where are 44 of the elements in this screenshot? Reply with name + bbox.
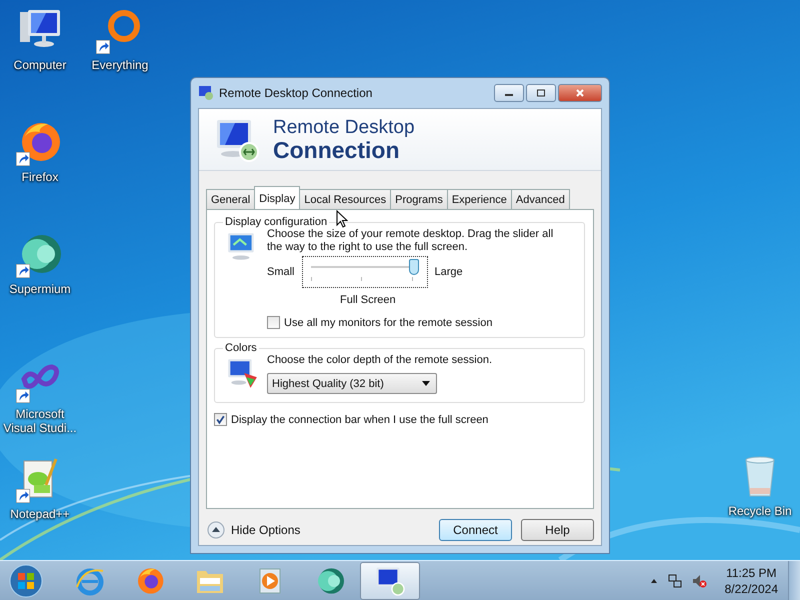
description-text: Choose the color depth of the remote session. [267,354,494,367]
tab[interactable]: Experience [446,189,512,209]
palette-monitor-icon [225,356,259,390]
checkbox-label: Display the connection bar when I use the full screen [231,414,488,426]
checkbox[interactable] [214,413,227,426]
tab[interactable]: Local Resources [299,189,392,209]
header-title: Connection [273,138,400,162]
taskbar-button[interactable] [360,562,420,600]
desktop-icon-label[interactable]: Everything [82,58,158,72]
desktop-icon-label[interactable]: Firefox [2,170,78,184]
group-label: Display configuration [224,216,328,228]
dialog-button[interactable]: Connect [439,519,512,541]
minimize-button[interactable] [494,84,524,102]
desktop-icon-label[interactable]: Computer [2,58,78,72]
color-depth-dropdown[interactable]: Highest Quality (32 bit) [267,373,437,394]
maximize-button[interactable] [526,84,556,102]
computer-icon [198,85,214,101]
size-slider[interactable] [302,256,428,288]
monitor-icon [374,564,406,596]
close-button[interactable] [558,84,602,102]
speaker-muted-icon[interactable] [690,572,707,588]
group-label: Colors [224,342,258,354]
checkbox[interactable] [267,316,280,329]
tab[interactable]: Display [254,186,300,209]
header-title: Remote Desktop [273,116,415,138]
window-title: Remote Desktop Connection [219,86,374,100]
tab[interactable]: Advanced [510,189,570,209]
caret-icon [422,381,430,386]
clock[interactable]: 11:25 PM 8/22/2024 [724,564,778,596]
tab[interactable]: Programs [390,189,448,209]
slider-value: Full Screen [340,294,397,306]
slider-min-label: Small [267,266,295,278]
slider-max-label: Large [434,266,463,278]
network-icon[interactable] [666,572,683,588]
dialog-button[interactable]: Help [521,519,594,541]
desktop-icon-label[interactable]: Supermium [2,282,78,296]
maximize-icon [536,89,546,97]
checkbox-label: Use all my monitors for the remote session [284,316,492,328]
tab[interactable]: General [206,189,256,209]
description-text: Choose the size of your remote desktop. Drag the slider all the way to the right to use the full screen. [267,228,554,254]
hide-options-button[interactable]: Hide Options [207,521,300,539]
start-button[interactable] [8,562,44,598]
close-icon [575,89,585,97]
collapse-icon [207,521,225,539]
